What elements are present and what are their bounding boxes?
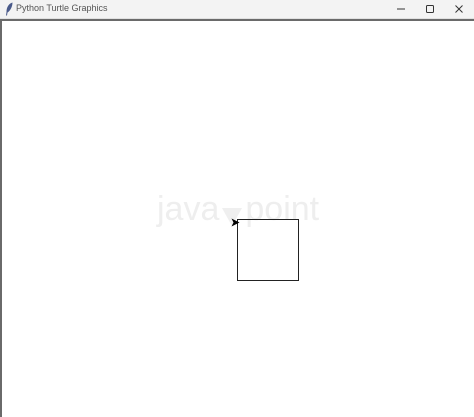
arrow-cursor-icon bbox=[231, 214, 240, 227]
minimize-button[interactable] bbox=[387, 0, 415, 18]
drawn-square bbox=[237, 219, 299, 281]
minimize-icon bbox=[397, 8, 405, 10]
close-icon bbox=[455, 5, 463, 13]
close-button[interactable] bbox=[445, 0, 473, 18]
feather-icon bbox=[5, 2, 14, 16]
maximize-button[interactable] bbox=[416, 0, 444, 18]
title-bar[interactable]: Python Turtle Graphics bbox=[0, 0, 474, 19]
turtle-window: Python Turtle Graphics java point bbox=[0, 0, 474, 417]
maximize-icon bbox=[426, 5, 434, 13]
window-title: Python Turtle Graphics bbox=[16, 3, 108, 13]
watermark-text-left: java bbox=[157, 190, 220, 228]
